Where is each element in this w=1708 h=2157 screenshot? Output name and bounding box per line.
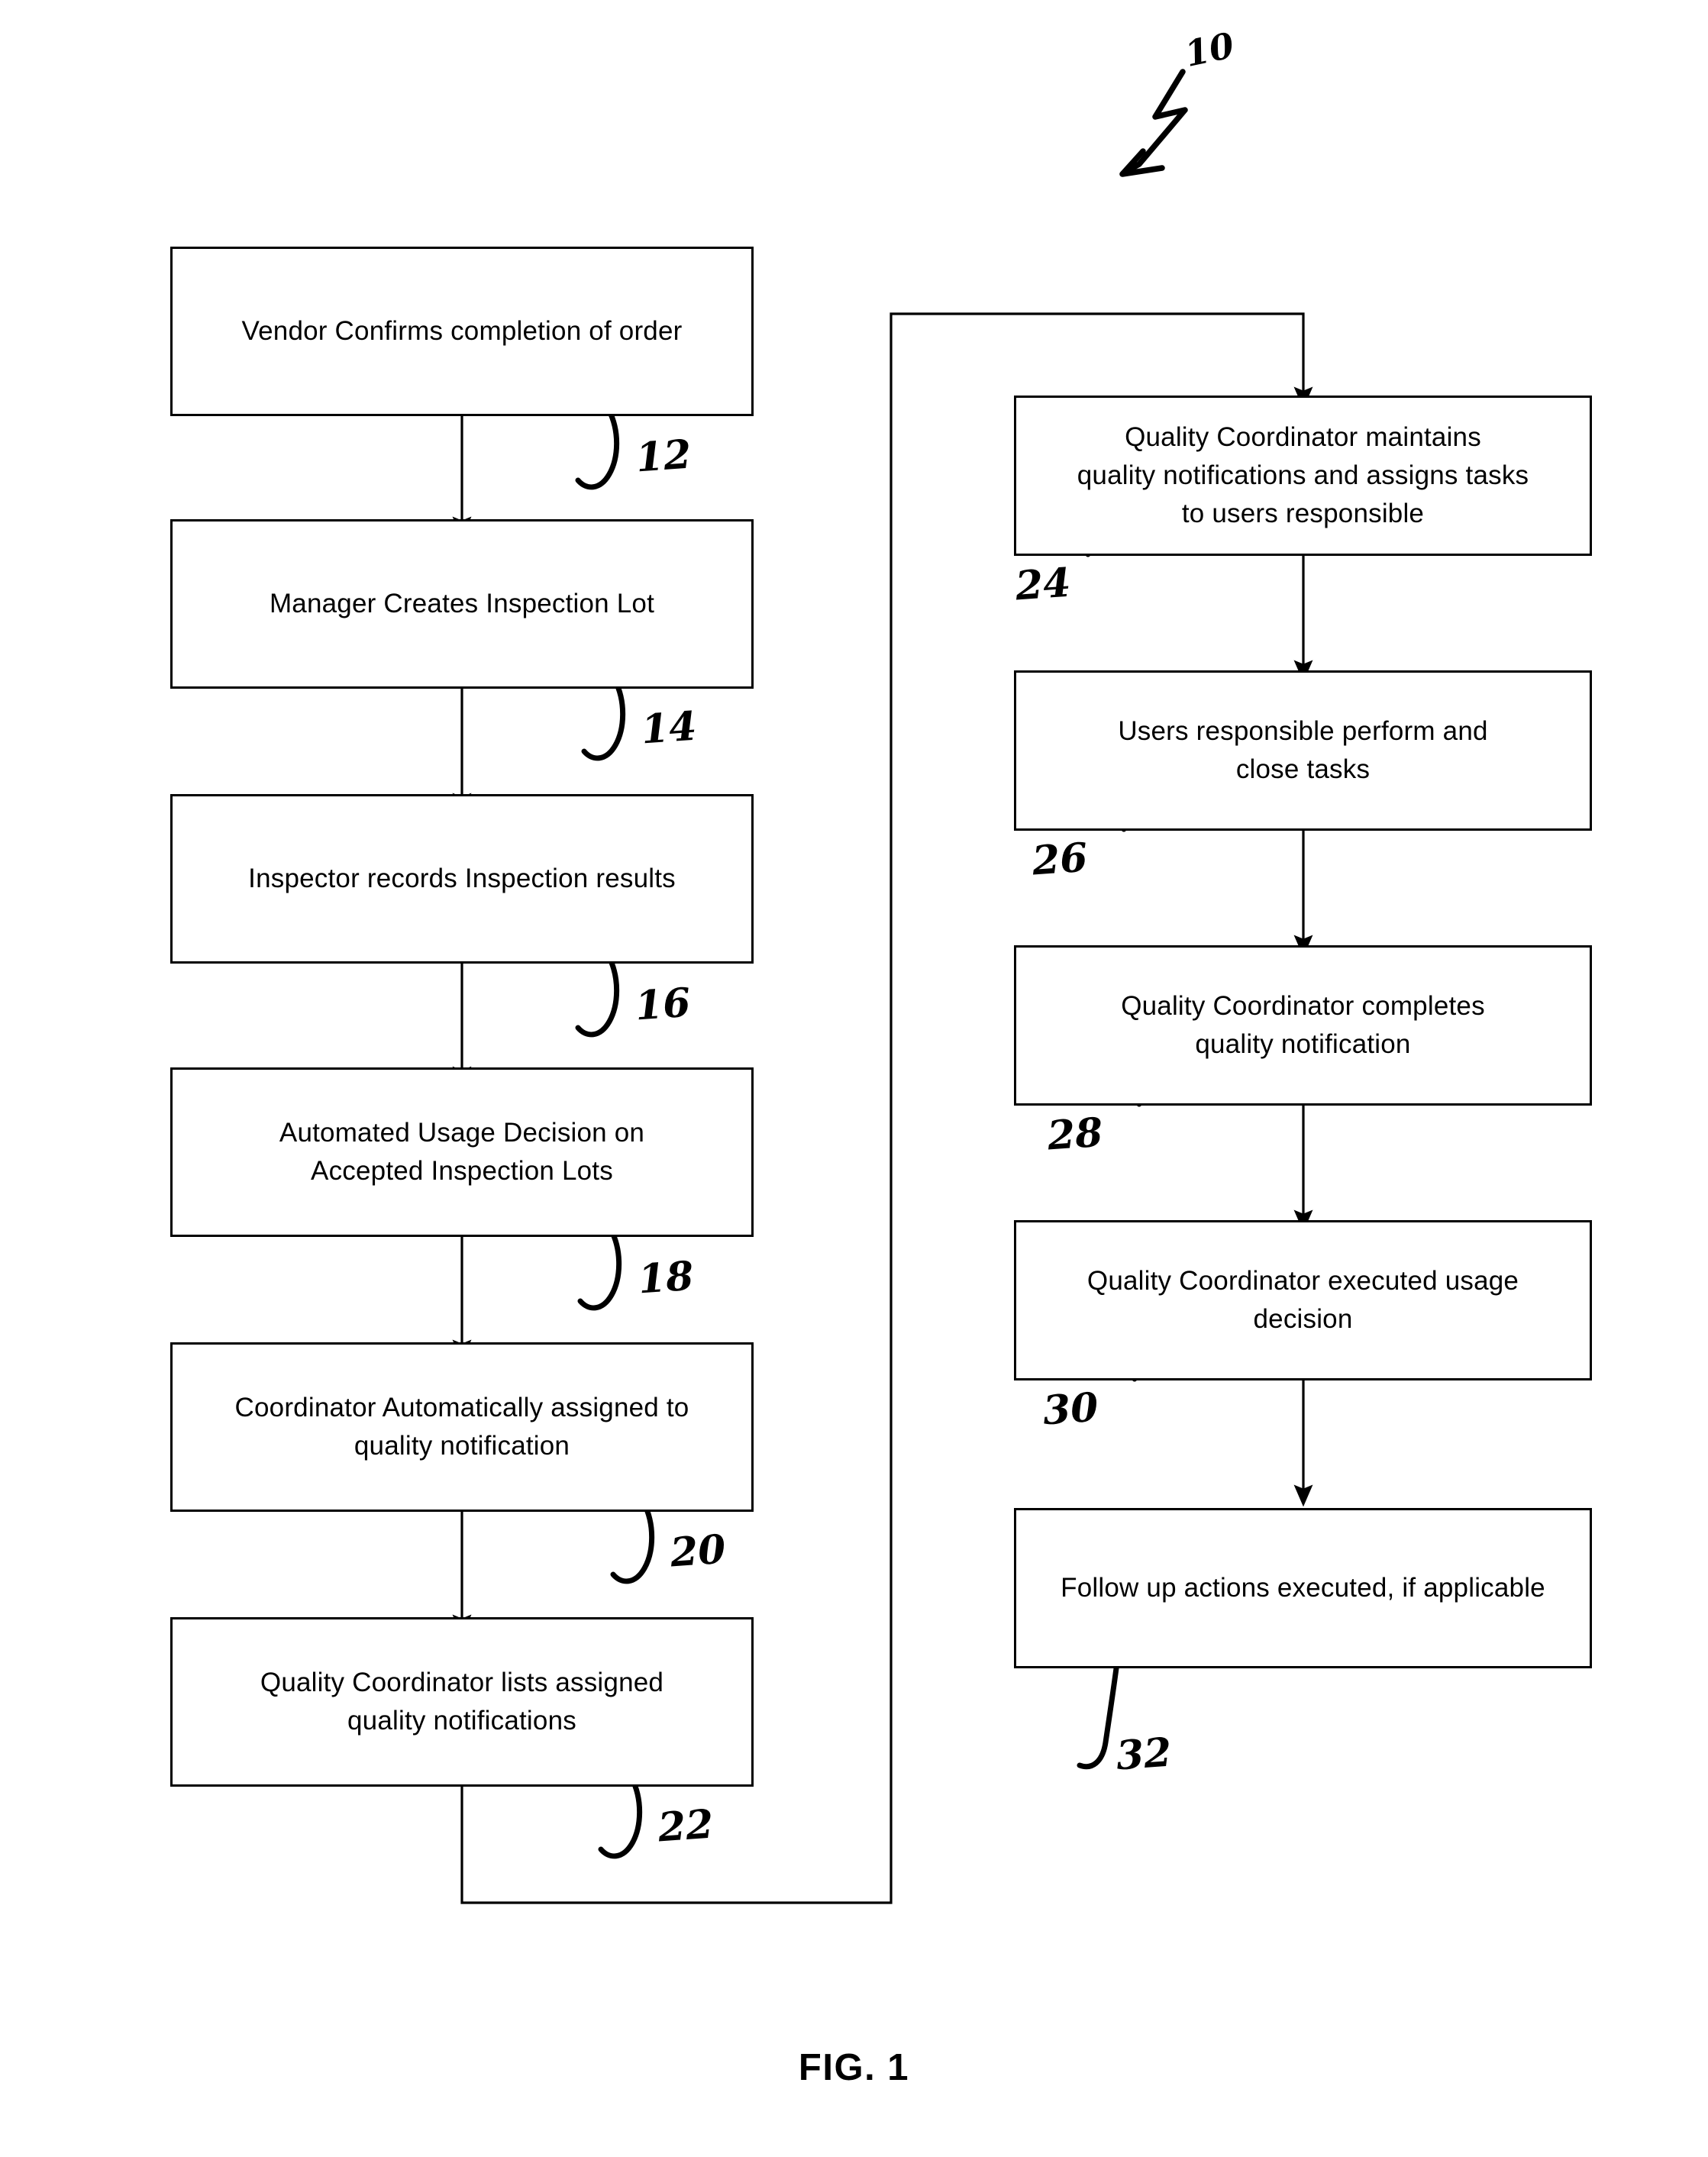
- flow-box-16-label: Inspector records Inspection results: [248, 864, 676, 894]
- flow-box-30-label: Quality Coordinator executed usage decis…: [1086, 1266, 1519, 1334]
- flow-box-14[interactable]: Manager Creates Inspection Lot: [170, 519, 754, 689]
- reference-numeral-32: 32: [1114, 1729, 1174, 1780]
- flow-box-28-label: Quality Coordinator completes quality no…: [1121, 991, 1485, 1059]
- flow-box-18[interactable]: Automated Usage Decision on Accepted Ins…: [170, 1067, 754, 1237]
- figure-caption: FIG. 1: [798, 2047, 910, 2088]
- flow-box-26[interactable]: Users responsible perform and close task…: [1014, 670, 1592, 831]
- flow-box-32-label: Follow up actions executed, if applicabl…: [1061, 1573, 1545, 1603]
- reference-numeral-14: 14: [639, 702, 699, 754]
- reference-numeral-30: 30: [1041, 1384, 1100, 1435]
- flow-box-12-label: Vendor Confirms completion of order: [241, 316, 683, 347]
- flow-box-16[interactable]: Inspector records Inspection results: [170, 794, 754, 964]
- reference-numeral-24: 24: [1013, 559, 1073, 610]
- patent-figure-page: Vendor Confirms completion of order Mana…: [0, 0, 1708, 2157]
- reference-numeral-12: 12: [634, 431, 693, 482]
- reference-numeral-20: 20: [668, 1526, 728, 1577]
- flow-box-20-label: Coordinator Automatically assigned to qu…: [234, 1393, 689, 1461]
- flow-box-12[interactable]: Vendor Confirms completion of order: [170, 247, 754, 416]
- lead-arrow-10-shaft: [1120, 69, 1188, 176]
- reference-numeral-26: 26: [1030, 834, 1090, 885]
- reference-numeral-18: 18: [636, 1252, 696, 1303]
- reference-numeral-28: 28: [1045, 1109, 1105, 1160]
- flow-box-32[interactable]: Follow up actions executed, if applicabl…: [1014, 1508, 1592, 1668]
- flow-box-24-label: Quality Coordinator maintains quality no…: [1077, 422, 1529, 528]
- reference-numeral-22: 22: [656, 1800, 715, 1852]
- flow-box-14-label: Manager Creates Inspection Lot: [269, 589, 655, 619]
- flow-box-24[interactable]: Quality Coordinator maintains quality no…: [1014, 396, 1592, 556]
- reference-numeral-16: 16: [633, 979, 693, 1030]
- flow-box-26-label: Users responsible perform and close task…: [1118, 716, 1488, 784]
- flow-box-28[interactable]: Quality Coordinator completes quality no…: [1014, 945, 1592, 1106]
- flow-box-18-label: Automated Usage Decision on Accepted Ins…: [279, 1118, 645, 1186]
- flow-box-22[interactable]: Quality Coordinator lists assigned quali…: [170, 1617, 754, 1787]
- flow-box-22-label: Quality Coordinator lists assigned quali…: [260, 1668, 664, 1736]
- flow-box-20[interactable]: Coordinator Automatically assigned to qu…: [170, 1342, 754, 1512]
- lead-arrow-10-head: [1119, 148, 1165, 177]
- reference-numeral-10: 10: [1181, 24, 1238, 76]
- flow-box-30[interactable]: Quality Coordinator executed usage decis…: [1014, 1220, 1592, 1380]
